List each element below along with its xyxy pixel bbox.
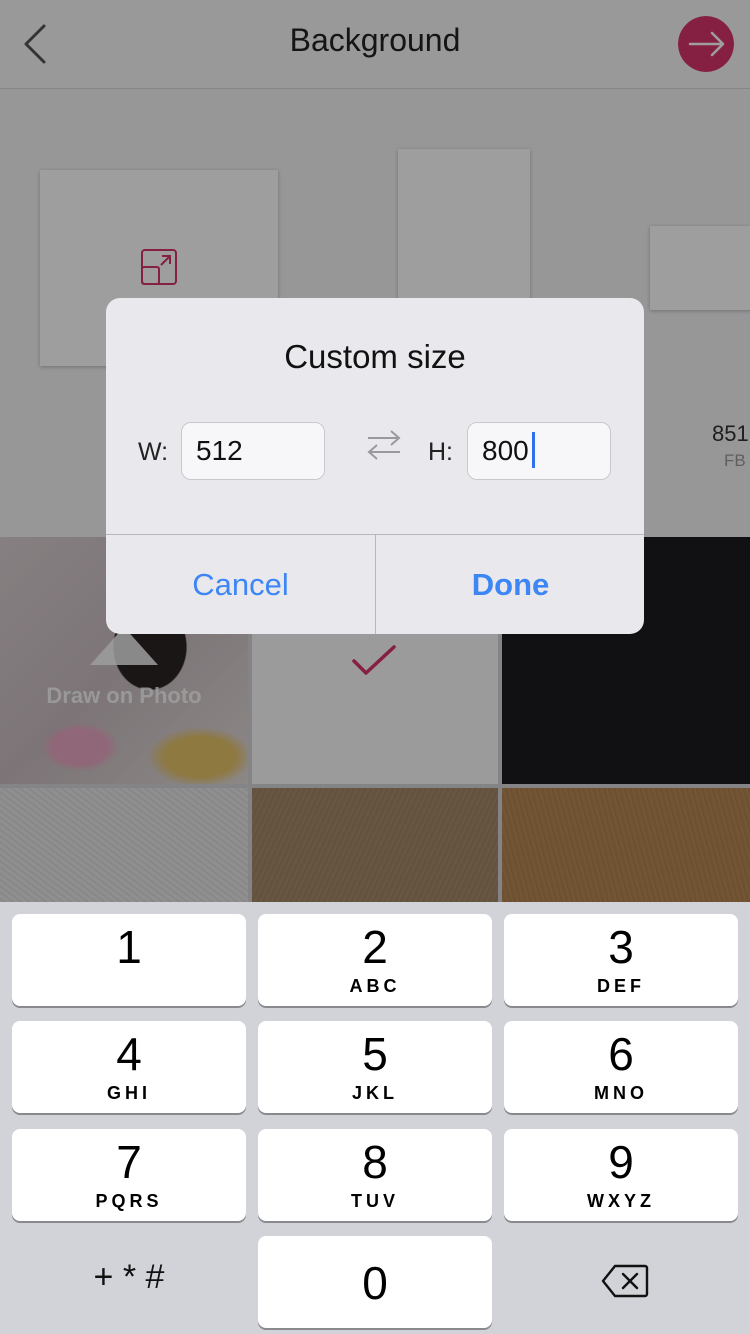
key-number: 5 (362, 1028, 388, 1080)
number-keypad: 1 2 ABC 3 DEF 4 GHI 5 JKL 6 MNO 7 PQRS 8… (0, 902, 750, 1334)
key-2[interactable]: 2 ABC (258, 914, 492, 1006)
swap-arrows-icon[interactable] (364, 428, 404, 462)
text-cursor (532, 432, 535, 468)
key-number: 1 (116, 921, 142, 973)
delete-key[interactable] (504, 1236, 738, 1328)
key-number: 4 (116, 1028, 142, 1080)
cancel-button[interactable]: Cancel (106, 535, 375, 634)
width-input[interactable] (181, 422, 325, 480)
dialog-title: Custom size (284, 338, 466, 375)
key-5[interactable]: 5 JKL (258, 1021, 492, 1113)
key-number: 9 (608, 1136, 634, 1188)
key-letters: WXYZ (587, 1191, 655, 1211)
key-symbols[interactable]: + * # (12, 1236, 246, 1328)
symbols-label: + * # (93, 1258, 165, 1296)
key-number: 2 (362, 921, 388, 973)
key-number: 6 (608, 1028, 634, 1080)
key-number: 3 (608, 921, 634, 973)
key-letters: MNO (594, 1083, 648, 1103)
height-label: H: (428, 438, 453, 466)
key-letters: ABC (349, 976, 401, 996)
key-number: 8 (362, 1136, 388, 1188)
key-letters: JKL (351, 1083, 398, 1103)
height-input[interactable] (467, 422, 611, 480)
custom-size-dialog: Custom size W: H: Cancel Done (106, 298, 644, 634)
key-9[interactable]: 9 WXYZ (504, 1129, 738, 1221)
key-number: 7 (116, 1136, 142, 1188)
key-0[interactable]: 0 (258, 1236, 492, 1328)
key-letters: DEF (597, 976, 645, 996)
key-letters: PQRS (95, 1191, 163, 1211)
key-letters: TUV (351, 1191, 399, 1211)
width-label: W: (138, 438, 169, 466)
key-number: 0 (362, 1257, 388, 1309)
key-4[interactable]: 4 GHI (12, 1021, 246, 1113)
done-button[interactable]: Done (376, 535, 644, 634)
key-6[interactable]: 6 MNO (504, 1021, 738, 1113)
key-letters: GHI (106, 1083, 151, 1103)
key-7[interactable]: 7 PQRS (12, 1129, 246, 1221)
backspace-icon (601, 1264, 649, 1298)
key-1[interactable]: 1 (12, 914, 246, 1006)
key-3[interactable]: 3 DEF (504, 914, 738, 1006)
key-8[interactable]: 8 TUV (258, 1129, 492, 1221)
